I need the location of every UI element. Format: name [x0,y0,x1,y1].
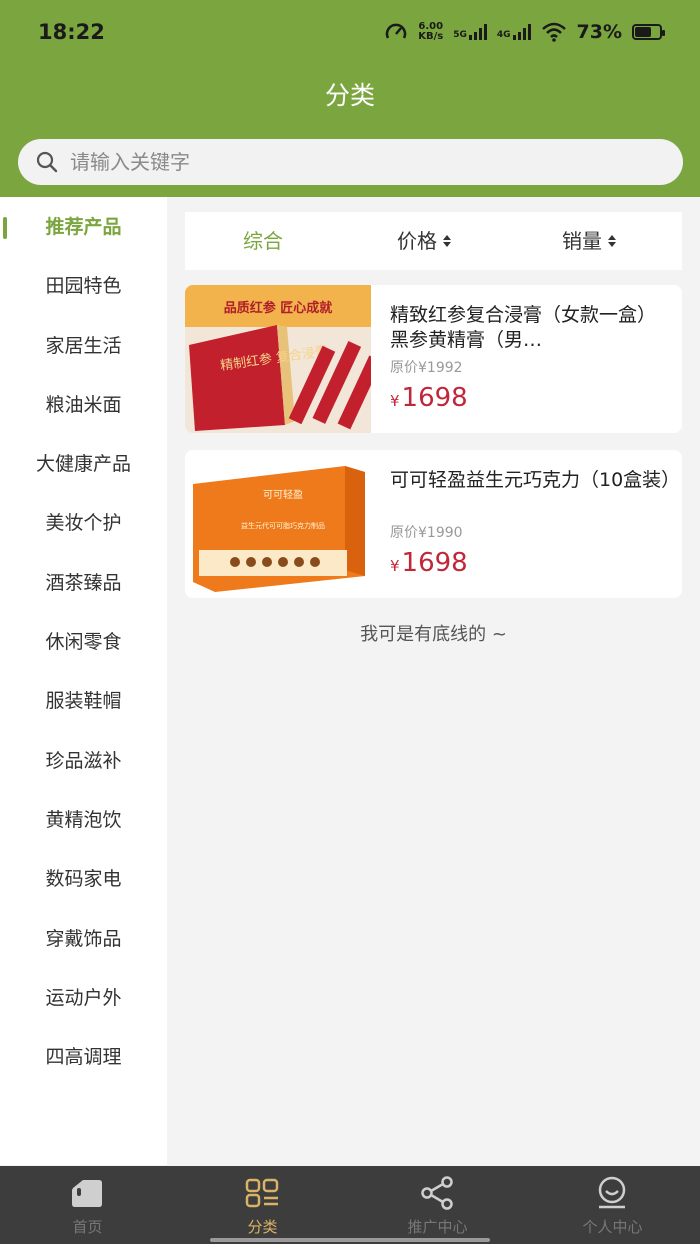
svg-text:可可轻盈: 可可轻盈 [263,488,303,501]
bottom-tab-bar: 首页 分类 推广中心 个人中心 [0,1166,700,1244]
category-icon [245,1178,279,1208]
product-image: 可可轻盈 益生元代可可脂巧克力制品 [185,450,371,598]
signal-bars-icon [468,24,487,40]
profile-icon [598,1176,626,1209]
sort-sales[interactable]: 销量 [562,212,616,270]
search-icon [36,151,58,173]
product-card[interactable]: 品质红参 匠心成就 精制红参 复合浸膏 精致红参复合浸膏（女款一盒）黑参黄精膏（… [185,285,682,433]
speedometer-icon [385,23,407,39]
svg-text:品质红参 匠心成就: 品质红参 匠心成就 [224,300,333,316]
sidebar-item-snacks[interactable]: 休闲零食 [0,622,167,662]
sidebar-item-apparel[interactable]: 服装鞋帽 [0,681,167,721]
original-price: 原价¥1990 [390,525,463,541]
sidebar-item-recommended[interactable]: 推荐产品 [0,207,167,247]
sidebar-item-polygonatum[interactable]: 黄精泡饮 [0,800,167,840]
original-price: 原价¥1992 [390,360,463,376]
signal-bars-icon [512,24,531,40]
sidebar-item-accessories[interactable]: 穿戴饰品 [0,919,167,959]
sidebar-item-countryside[interactable]: 田园特色 [0,266,167,306]
sidebar-item-beauty[interactable]: 美妆个护 [0,503,167,543]
product-name: 可可轻盈益生元巧克力（10盒装） [390,469,672,491]
header-bar: 18:22 6.00 KB/s 5G 4G 73% 分类 [0,0,700,197]
battery-percent: 73% [576,21,622,43]
search-input[interactable] [68,149,632,175]
sidebar-item-home-living[interactable]: 家居生活 [0,326,167,366]
sidebar-item-wine-tea[interactable]: 酒茶臻品 [0,563,167,603]
battery-level [635,27,651,37]
sort-price[interactable]: 价格 [397,212,451,270]
end-of-list-text: 我可是有底线的 ~ [360,624,507,645]
signal-4g: 4G [497,24,531,40]
tab-home[interactable]: 首页 [0,1166,175,1244]
sidebar-item-health[interactable]: 大健康产品 [0,444,167,484]
page-title: 分类 [324,81,375,110]
status-time: 18:22 [38,20,105,44]
sidebar-item-tonics[interactable]: 珍品滋补 [0,741,167,781]
sort-overall[interactable]: 综合 [243,212,283,270]
sidebar-item-electronics[interactable]: 数码家电 [0,859,167,899]
sidebar-item-grain-oil[interactable]: 粮油米面 [0,385,167,425]
wifi-icon [541,22,566,42]
tab-profile[interactable]: 个人中心 [525,1166,700,1244]
network-speed: 6.00 KB/s [418,21,444,42]
battery-icon [632,24,665,40]
product-price: ¥1698 [390,548,468,578]
sidebar-item-outdoor[interactable]: 运动户外 [0,978,167,1018]
signal-5g: 5G [453,24,487,40]
home-indicator[interactable] [210,1238,490,1242]
sort-arrows-icon [608,235,616,247]
share-icon [421,1176,453,1210]
product-price: ¥1698 [390,383,468,413]
tab-category[interactable]: 分类 [175,1166,350,1244]
home-icon [72,1180,102,1207]
sort-bar: 综合 价格 销量 [185,212,682,270]
category-sidebar: 推荐产品 田园特色 家居生活 粮油米面 大健康产品 美妆个护 酒茶臻品 休闲零食… [0,197,167,1165]
product-name: 精致红参复合浸膏（女款一盒）黑参黄精膏（男… [390,304,657,351]
svg-text:益生元代可可脂巧克力制品: 益生元代可可脂巧克力制品 [241,521,325,530]
sidebar-item-four-highs[interactable]: 四高调理 [0,1037,167,1077]
status-icons: 6.00 KB/s 5G 4G 73% [384,20,665,44]
tab-promotion[interactable]: 推广中心 [350,1166,525,1244]
search-box[interactable] [18,139,683,185]
product-image: 品质红参 匠心成就 精制红参 复合浸膏 [185,285,371,433]
sort-arrows-icon [443,235,451,247]
status-bar: 18:22 6.00 KB/s 5G 4G 73% [0,0,700,66]
product-card[interactable]: 可可轻盈 益生元代可可脂巧克力制品 可可轻盈益生元巧克力（10盒装） 原价¥19… [185,450,682,598]
